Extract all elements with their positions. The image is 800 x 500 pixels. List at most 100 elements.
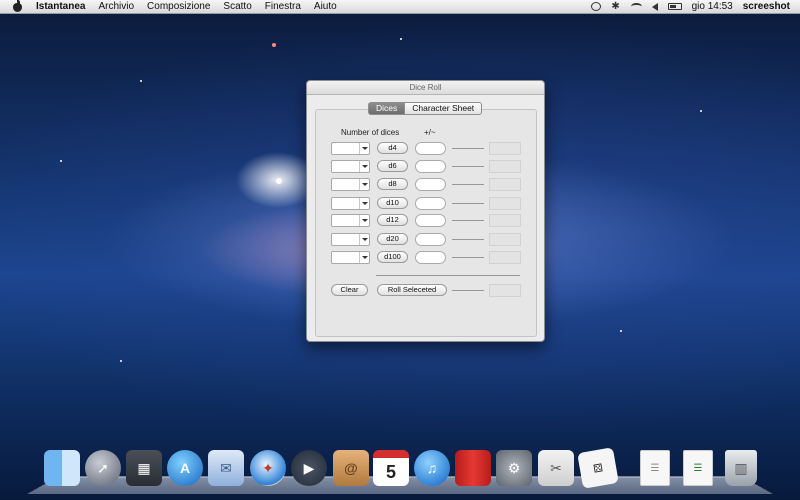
roll-d6-button[interactable]: d6 — [377, 160, 408, 172]
menu-aiuto[interactable]: Aiuto — [314, 1, 337, 12]
dice-row: d6 — [331, 160, 523, 173]
dice-count-select[interactable] — [331, 233, 370, 246]
tab-bar: Dices Character Sheet — [368, 102, 483, 115]
divider — [452, 239, 484, 240]
address-book-icon[interactable]: @ — [333, 450, 369, 486]
modifier-input[interactable] — [415, 178, 446, 191]
document-icon[interactable]: ☰ — [640, 450, 670, 486]
tab-character-sheet[interactable]: Character Sheet — [404, 102, 483, 115]
dice-count-select[interactable] — [331, 214, 370, 227]
result-field — [489, 142, 521, 155]
actions-row: Clear Roll Seleceted — [331, 284, 523, 297]
chevron-down-icon — [359, 179, 369, 190]
menu-finestra[interactable]: Finestra — [265, 1, 301, 12]
chevron-down-icon — [359, 215, 369, 226]
volume-icon[interactable] — [651, 2, 658, 11]
trash-icon[interactable]: ▥ — [725, 450, 757, 486]
star — [120, 360, 122, 362]
chevron-down-icon — [359, 161, 369, 172]
modifier-input[interactable] — [415, 214, 446, 227]
divider — [452, 148, 484, 149]
itunes-icon[interactable]: ♫ — [414, 450, 450, 486]
facetime-icon[interactable]: ▶ — [291, 450, 327, 486]
chevron-down-icon — [359, 143, 369, 154]
dice-count-select[interactable] — [331, 142, 370, 155]
roll-d4-button[interactable]: d4 — [377, 142, 408, 154]
star — [60, 160, 62, 162]
result-field — [489, 160, 521, 173]
dice-count-select[interactable] — [331, 178, 370, 191]
dice-roll-icon[interactable]: ⚄ — [577, 447, 619, 489]
result-field — [489, 233, 521, 246]
dice-count-select[interactable] — [331, 160, 370, 173]
modifier-input[interactable] — [415, 251, 446, 264]
star — [620, 330, 622, 332]
star — [272, 43, 276, 47]
modifier-input[interactable] — [415, 197, 446, 210]
chevron-down-icon — [359, 252, 369, 263]
roll-d12-button[interactable]: d12 — [377, 214, 408, 226]
chevron-down-icon — [359, 198, 369, 209]
system-preferences-icon[interactable]: ⚙ — [496, 450, 532, 486]
result-field — [489, 214, 521, 227]
divider — [452, 184, 484, 185]
app-store-icon[interactable]: A — [167, 450, 203, 486]
roll-d8-button[interactable]: d8 — [377, 178, 408, 190]
chevron-down-icon — [359, 234, 369, 245]
star — [400, 38, 402, 40]
preview-icon[interactable]: ✂ — [538, 450, 574, 486]
separator — [376, 275, 520, 276]
divider — [452, 166, 484, 167]
dice-row: d8 — [331, 178, 523, 191]
time-machine-icon[interactable] — [590, 2, 601, 11]
photo-booth-icon[interactable] — [455, 450, 491, 486]
user-name[interactable]: screeshot — [743, 1, 790, 12]
roll-selected-button[interactable]: Roll Seleceted — [377, 284, 447, 296]
menu-archivio[interactable]: Archivio — [98, 1, 134, 12]
launchpad-icon[interactable]: ➚ — [85, 450, 121, 486]
dice-row: d20 — [331, 233, 523, 246]
roll-d10-button[interactable]: d10 — [377, 197, 408, 209]
dice-row: d10 — [331, 197, 523, 210]
apple-menu-icon[interactable] — [12, 0, 22, 12]
window-title[interactable]: Dice Roll — [307, 81, 544, 95]
star — [700, 110, 702, 112]
modifier-input[interactable] — [415, 160, 446, 173]
divider — [452, 220, 484, 221]
clock[interactable]: gio 14:53 — [692, 1, 733, 12]
wifi-icon[interactable] — [630, 3, 642, 10]
menu-scatto[interactable]: Scatto — [223, 1, 251, 12]
finder-icon[interactable] — [44, 450, 80, 486]
dice-row: d4 — [331, 142, 523, 155]
dice-row: d100 — [331, 251, 523, 264]
star — [276, 178, 282, 184]
menu-bar: Istantanea Archivio Composizione Scatto … — [0, 0, 800, 14]
roll-d20-button[interactable]: d20 — [377, 233, 408, 245]
dice-roll-window: Dice Roll Dices Character Sheet Number o… — [306, 80, 545, 342]
bluetooth-icon[interactable]: ✱ — [611, 2, 621, 12]
clear-button[interactable]: Clear — [331, 284, 368, 296]
safari-icon[interactable]: ✦ — [250, 450, 286, 486]
modifier-input[interactable] — [415, 142, 446, 155]
document-icon[interactable]: ☰ — [683, 450, 713, 486]
result-field — [489, 178, 521, 191]
star — [140, 80, 142, 82]
dice-count-select[interactable] — [331, 197, 370, 210]
mail-icon[interactable]: ✉ — [208, 450, 244, 486]
mission-control-icon[interactable]: ▦ — [126, 450, 162, 486]
battery-icon[interactable] — [667, 3, 682, 10]
divider — [452, 257, 484, 258]
menu-composizione[interactable]: Composizione — [147, 1, 210, 12]
menu-app-name[interactable]: Istantanea — [36, 1, 85, 12]
number-of-dices-label: Number of dices — [341, 128, 400, 137]
divider — [452, 203, 484, 204]
modifier-input[interactable] — [415, 233, 446, 246]
total-result-field — [489, 284, 521, 297]
ical-icon[interactable]: 5 — [373, 450, 409, 486]
dice-count-select[interactable] — [331, 251, 370, 264]
status-area: ✱ gio 14:53 screeshot — [590, 1, 800, 12]
roll-d100-button[interactable]: d100 — [377, 251, 408, 263]
modifier-label: +/~ — [424, 128, 436, 137]
tab-dices[interactable]: Dices — [368, 102, 405, 115]
result-field — [489, 197, 521, 210]
